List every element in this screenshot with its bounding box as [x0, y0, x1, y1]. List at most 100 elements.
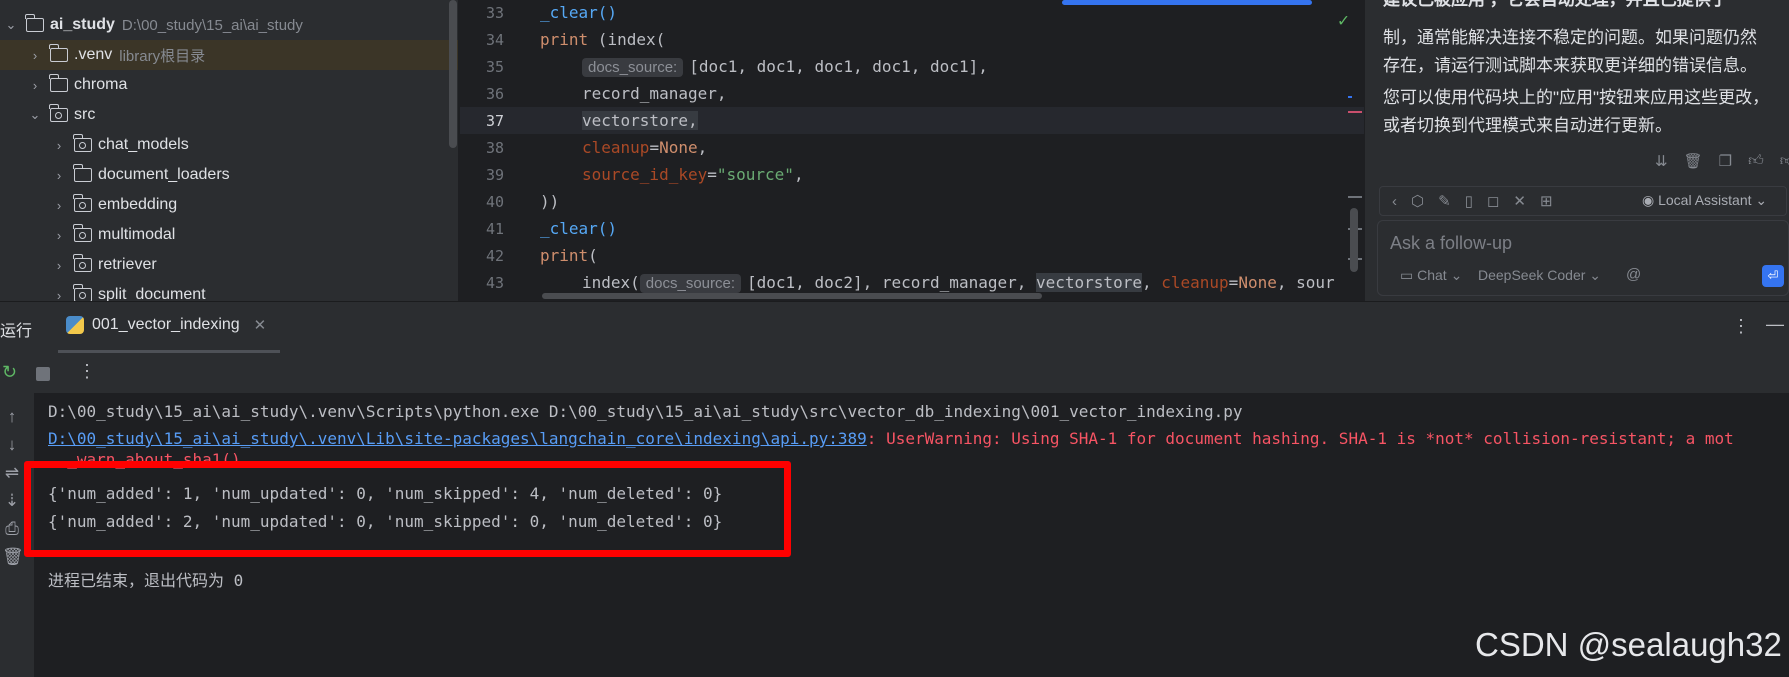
code-line[interactable]: 34 print (index(	[460, 26, 1364, 53]
file-link[interactable]: D:\00_study\15_ai\ai_study\.venv\Lib\sit…	[48, 429, 867, 448]
tree-item-retriever[interactable]: › retriever	[0, 250, 458, 280]
tree-item-split-document[interactable]: › split_document	[0, 280, 458, 301]
tree-item-path: library根目录	[119, 47, 206, 65]
code-text: _clear()	[540, 219, 618, 238]
code-line[interactable]: 42 print(	[460, 242, 1364, 269]
console-line: 进程已结束，退出代码为 0	[48, 571, 244, 590]
thumbs-down-icon[interactable]: 👎︎	[1780, 152, 1789, 170]
assistant-message-line: 您可以使用代码块上的"应用"按钮来应用这些更改，	[1383, 88, 1770, 107]
python-icon	[66, 316, 84, 334]
error-stripe-mark[interactable]	[1348, 96, 1352, 98]
tree-item-venv[interactable]: › .venv library根目录	[0, 40, 458, 70]
error-stripe-mark[interactable]	[1348, 196, 1362, 198]
code-line[interactable]: 35 docs_source: [doc1, doc1, doc1, doc1, …	[460, 53, 1364, 80]
chevron-right-icon[interactable]: ›	[28, 48, 42, 63]
local-assistant-select[interactable]: ◉ Local Assistant ⌄	[1642, 192, 1767, 209]
chevron-down-icon[interactable]: ⌄	[28, 107, 42, 123]
assistant-message-line: 存在，请运行测试脚本来获取更详细的错误信息。	[1383, 56, 1757, 75]
folder-icon	[49, 74, 68, 92]
trash-icon[interactable]: 🗑︎	[2, 547, 24, 567]
code-text: record_manager,	[582, 84, 727, 103]
code-editor[interactable]: 33 _clear() 34 print (index( 35 docs_sou…	[460, 0, 1364, 301]
model-select[interactable]: DeepSeek Coder ⌄	[1478, 267, 1601, 284]
stop-icon[interactable]	[36, 367, 50, 381]
pencil-icon[interactable]: ✎	[1438, 192, 1451, 210]
parameter-hint: docs_source:	[582, 58, 684, 77]
editor-horizontal-scrollbar[interactable]	[542, 293, 1042, 299]
assistant-message-line: 建议已被应用 ，它会自动处理，并且已提供了	[1383, 0, 1783, 14]
tree-scrollbar[interactable]	[449, 0, 457, 148]
chevron-right-icon[interactable]: ›	[52, 198, 66, 213]
cube-icon[interactable]: ⬡	[1411, 192, 1424, 210]
chevron-right-icon[interactable]: ›	[52, 288, 66, 302]
grid-icon[interactable]: ⊞	[1540, 192, 1553, 210]
tree-item-label: document_loaders	[98, 166, 230, 183]
scroll-to-end-icon[interactable]: ⇣	[2, 491, 22, 511]
tree-item-src[interactable]: ⌄ src	[0, 100, 458, 130]
tree-item-multimodal[interactable]: › multimodal	[0, 220, 458, 250]
chevron-right-icon[interactable]: ›	[52, 258, 66, 273]
code-text: ))	[540, 192, 560, 211]
run-tab[interactable]: 001_vector_indexing ✕	[66, 316, 266, 334]
folder-icon	[25, 14, 44, 32]
code-line[interactable]: 36 record_manager,	[460, 80, 1364, 107]
line-number: 41	[485, 219, 504, 238]
code-line[interactable]: 40 ))	[460, 188, 1364, 215]
minimize-icon[interactable]: —	[1766, 314, 1784, 335]
code-text: index(docs_source: [doc1, doc2], record_m…	[582, 273, 1335, 293]
chevron-down-icon[interactable]: ⌄	[4, 17, 18, 33]
followup-input-box[interactable]: Ask a follow-up ▭ Chat ⌄ DeepSeek Coder …	[1377, 220, 1789, 296]
code-line[interactable]: 39 source_id_key="source",	[460, 161, 1364, 188]
tree-item-path: D:\00_study\15_ai\ai_study	[121, 16, 303, 34]
arrow-up-icon[interactable]: ↑	[2, 407, 22, 427]
followup-input[interactable]: Ask a follow-up	[1390, 233, 1512, 254]
check-icon[interactable]: ✓	[1338, 10, 1349, 31]
chevron-right-icon[interactable]: ›	[52, 138, 66, 153]
code-line[interactable]: 41 _clear()	[460, 215, 1364, 242]
tree-item-embedding[interactable]: › embedding	[0, 190, 458, 220]
code-line[interactable]: 38 cleanup=None,	[460, 134, 1364, 161]
print-icon[interactable]: ⎙	[2, 519, 22, 539]
tree-item-chroma[interactable]: › chroma	[0, 70, 458, 100]
assistant-message-line: 制，通常能解决连接不稳定的问题。如果问题仍然	[1383, 28, 1757, 47]
more-options-icon[interactable]: ⋮	[78, 361, 96, 382]
mention-button[interactable]: @	[1626, 266, 1641, 283]
error-stripe-mark[interactable]	[1348, 111, 1362, 113]
tree-item-label: src	[74, 106, 96, 123]
rerun-icon[interactable]: ↻	[2, 362, 17, 383]
tree-item-ai-study[interactable]: ⌄ ai_study D:\00_study\15_ai\ai_study	[0, 10, 458, 40]
insert-icon[interactable]: ⇊	[1655, 152, 1668, 170]
code-text: vectorstore,	[582, 111, 698, 130]
code-line-current[interactable]: 37 vectorstore,	[460, 107, 1364, 134]
soft-wrap-icon[interactable]: ⇌	[2, 463, 22, 483]
code-line[interactable]: 43 index(docs_source: [doc1, doc2], recor…	[460, 269, 1364, 296]
assistant-message-line: 或者切换到代理模式来自动进行更新。	[1383, 116, 1672, 135]
code-text: print(	[540, 246, 598, 265]
tree-item-label: split_document	[98, 286, 206, 301]
tools-icon[interactable]: ✕	[1513, 192, 1526, 210]
model-label: DeepSeek Coder	[1478, 267, 1586, 283]
code-line[interactable]: 33 _clear()	[460, 0, 1364, 26]
chevron-right-icon[interactable]: ›	[52, 228, 66, 243]
line-number: 36	[485, 84, 504, 103]
comment-icon[interactable]: ◻	[1487, 192, 1499, 210]
chevron-right-icon[interactable]: ›	[52, 168, 66, 183]
tree-item-chat-models[interactable]: › chat_models	[0, 130, 458, 160]
book-icon[interactable]: ▯	[1465, 192, 1473, 210]
copy-icon[interactable]: ❐	[1719, 152, 1732, 170]
editor-scrollbar[interactable]	[1350, 208, 1358, 272]
more-options-icon[interactable]: ⋮	[1732, 316, 1750, 337]
thumbs-up-icon[interactable]: 👍︎	[1748, 152, 1764, 170]
arrow-down-icon[interactable]: ↓	[2, 435, 22, 455]
chevron-left-icon[interactable]: ‹	[1392, 193, 1397, 210]
tree-item-document-loaders[interactable]: › document_loaders	[0, 160, 458, 190]
chat-mode-select[interactable]: ▭ Chat ⌄	[1400, 267, 1462, 284]
line-number: 37	[485, 111, 504, 130]
send-button[interactable]: ⏎	[1762, 265, 1784, 287]
warning-text: : UserWarning: Using SHA-1 for document …	[866, 429, 1734, 448]
chevron-right-icon[interactable]: ›	[28, 78, 42, 93]
trash-icon[interactable]: 🗑︎	[1684, 152, 1703, 170]
code-text: cleanup=None,	[582, 138, 708, 157]
close-icon[interactable]: ✕	[254, 316, 267, 334]
project-tree-panel: ⌄ ai_study D:\00_study\15_ai\ai_study › …	[0, 0, 458, 301]
